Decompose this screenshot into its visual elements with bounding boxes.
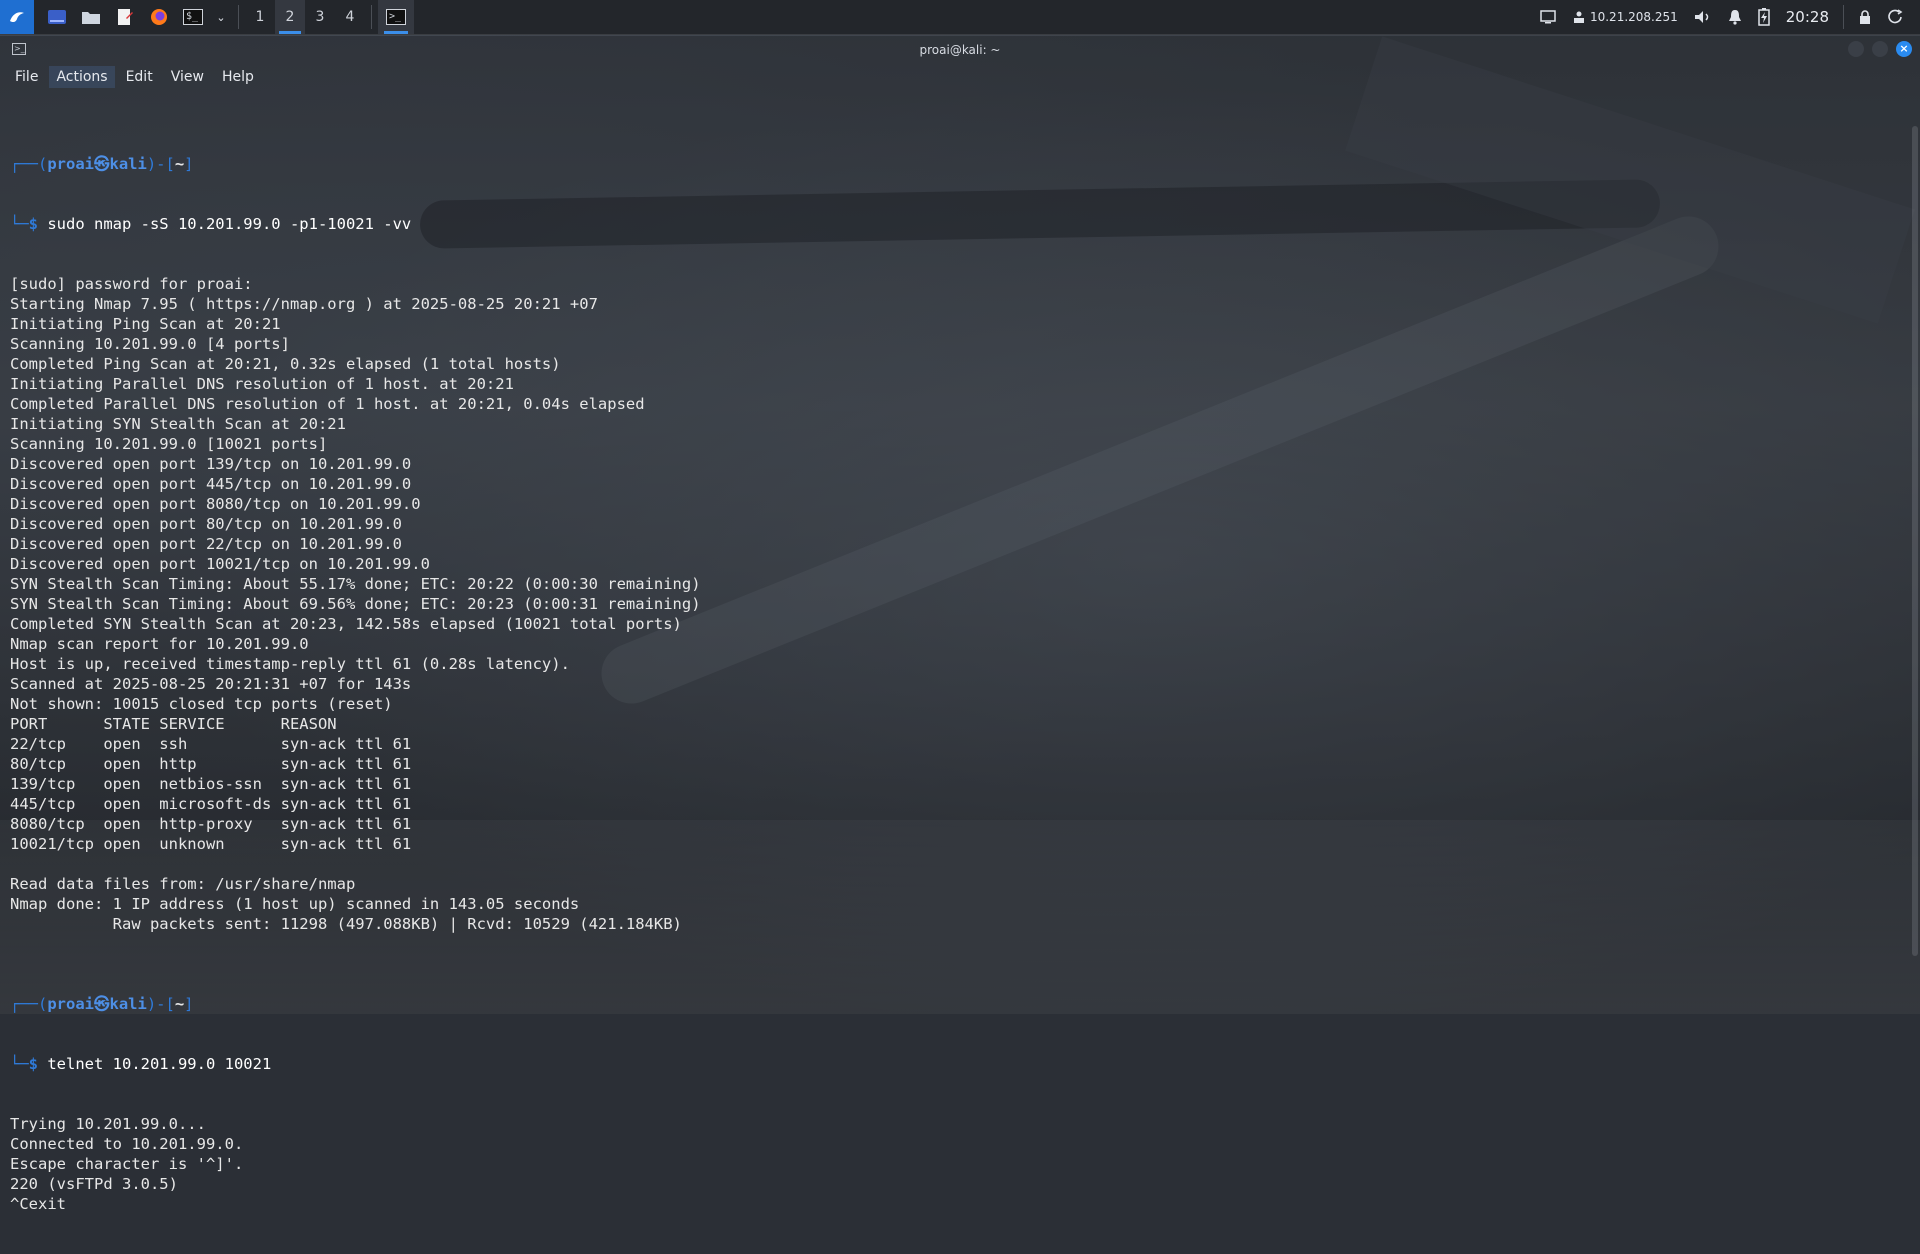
output-line: Scanning 10.201.99.0 [10021 ports] <box>10 435 328 453</box>
menu-view[interactable]: View <box>164 66 211 88</box>
output-line: Discovered open port 22/tcp on 10.201.99… <box>10 535 402 553</box>
output-line: [sudo] password for proai: <box>10 275 253 293</box>
output-line: 8080/tcp open http-proxy syn-ack ttl 61 <box>10 815 412 833</box>
scrollbar[interactable] <box>1912 126 1918 956</box>
output-line: 80/tcp open http syn-ack ttl 61 <box>10 755 412 773</box>
menu-file[interactable]: File <box>8 66 45 88</box>
window-controls: × <box>1848 41 1912 57</box>
command-line: └─$ sudo nmap -sS 10.201.99.0 -p1-10021 … <box>10 215 412 233</box>
notification-bell-icon[interactable] <box>1728 9 1742 25</box>
output-line: 22/tcp open ssh syn-ack ttl 61 <box>10 735 412 753</box>
output-line: Completed Parallel DNS resolution of 1 h… <box>10 395 645 413</box>
command-line: └─$ telnet 10.201.99.0 10021 <box>10 1055 272 1073</box>
output-line: Escape character is '^]'. <box>10 1155 244 1173</box>
prompt-line: ┌──(proai㉿kali)-[~] <box>10 155 194 173</box>
output-line: Host is up, received timestamp-reply ttl… <box>10 655 570 673</box>
battery-charging-icon[interactable] <box>1758 8 1770 26</box>
workspace-2[interactable]: 2 <box>275 0 305 34</box>
terminal-output[interactable]: ┌──(proai㉿kali)-[~] └─$ sudo nmap -sS 10… <box>10 114 1890 1213</box>
maximize-button[interactable] <box>1872 41 1888 57</box>
output-line: Initiating Ping Scan at 20:21 <box>10 315 281 333</box>
taskbar-terminal-window[interactable]: >_ <box>378 0 414 34</box>
prompt-path: ~ <box>174 155 185 173</box>
output-line: Read data files from: /usr/share/nmap <box>10 875 356 893</box>
prompt-user-host: proai㉿kali <box>47 995 147 1013</box>
output-line: ^Cexit <box>10 1195 66 1213</box>
command-text: telnet 10.201.99.0 10021 <box>47 1055 272 1073</box>
panel-separator <box>371 5 372 29</box>
workspace-4[interactable]: 4 <box>335 0 365 34</box>
output-line: SYN Stealth Scan Timing: About 69.56% do… <box>10 595 701 613</box>
output-line: Not shown: 10015 closed tcp ports (reset… <box>10 695 393 713</box>
command-text: sudo nmap -sS 10.201.99.0 -p1-10021 -vv <box>47 215 412 233</box>
ip-address: 10.21.208.251 <box>1589 10 1678 24</box>
output-line: Scanned at 2025-08-25 20:21:31 +07 for 1… <box>10 675 412 693</box>
output-line: Discovered open port 445/tcp on 10.201.9… <box>10 475 412 493</box>
text-editor-icon[interactable] <box>112 4 138 30</box>
output-line: 139/tcp open netbios-ssn syn-ack ttl 61 <box>10 775 412 793</box>
output-line: Discovered open port 139/tcp on 10.201.9… <box>10 455 412 473</box>
output-line: Discovered open port 8080/tcp on 10.201.… <box>10 495 421 513</box>
output-line: Discovered open port 10021/tcp on 10.201… <box>10 555 430 573</box>
output-line: Completed SYN Stealth Scan at 20:23, 142… <box>10 615 682 633</box>
prompt-user-host: proai㉿kali <box>47 155 147 173</box>
menu-actions[interactable]: Actions <box>49 66 115 88</box>
file-manager-icon[interactable] <box>78 4 104 30</box>
menu-help[interactable]: Help <box>215 66 261 88</box>
command-output: [sudo] password for proai: Starting Nmap … <box>10 274 1890 954</box>
output-line: Initiating Parallel DNS resolution of 1 … <box>10 375 514 393</box>
terminal-window: >_ proai@kali: ~ × File Actions Edit Vie… <box>0 36 1920 1213</box>
network-icon <box>1573 11 1584 23</box>
workspace-3[interactable]: 3 <box>305 0 335 34</box>
window-title: proai@kali: ~ <box>919 43 1001 57</box>
top-panel: $_ ⌄ 1 2 3 4 >_ 10.21.208.251 20:28 <box>0 0 1920 35</box>
firefox-icon[interactable] <box>146 4 172 30</box>
terminal-icon[interactable]: $_ <box>180 4 206 30</box>
output-line: Nmap scan report for 10.201.99.0 <box>10 635 309 653</box>
close-button[interactable]: × <box>1896 41 1912 57</box>
output-line: Nmap done: 1 IP address (1 host up) scan… <box>10 895 580 913</box>
output-line: PORT STATE SERVICE REASON <box>10 715 337 733</box>
panel-separator <box>238 5 239 29</box>
show-desktop-icon[interactable] <box>44 4 70 30</box>
panel-left: $_ ⌄ 1 2 3 4 >_ <box>0 0 414 34</box>
menubar: File Actions Edit View Help <box>0 64 1920 90</box>
prompt-line: ┌──(proai㉿kali)-[~] <box>10 995 194 1013</box>
prompt-path: ~ <box>174 995 185 1013</box>
network-indicator[interactable]: 10.21.208.251 <box>1572 10 1678 24</box>
command-output: Trying 10.201.99.0... Connected to 10.201… <box>10 1114 1890 1214</box>
clock[interactable]: 20:28 <box>1786 8 1829 26</box>
output-line: Raw packets sent: 11298 (497.088KB) | Rc… <box>10 915 682 933</box>
close-icon: × <box>1899 42 1909 55</box>
output-line: 445/tcp open microsoft-ds syn-ack ttl 61 <box>10 795 412 813</box>
output-line: 10021/tcp open unknown syn-ack ttl 61 <box>10 835 412 853</box>
output-line: Starting Nmap 7.95 ( https://nmap.org ) … <box>10 295 598 313</box>
volume-icon[interactable] <box>1694 10 1712 24</box>
panel-separator <box>1843 5 1844 29</box>
chevron-down-icon[interactable]: ⌄ <box>214 4 228 30</box>
terminal-icon: >_ <box>386 9 406 25</box>
output-line: Discovered open port 80/tcp on 10.201.99… <box>10 515 402 533</box>
kali-dragon-icon[interactable] <box>0 0 34 34</box>
logout-icon[interactable] <box>1888 9 1904 25</box>
menu-edit[interactable]: Edit <box>119 66 160 88</box>
output-line: Trying 10.201.99.0... <box>10 1115 206 1133</box>
panel-right: 10.21.208.251 20:28 <box>1532 0 1920 34</box>
output-line: Completed Ping Scan at 20:21, 0.32s elap… <box>10 355 561 373</box>
lock-icon[interactable] <box>1858 9 1872 25</box>
screen-icon[interactable] <box>1540 10 1556 24</box>
output-line: Scanning 10.201.99.0 [4 ports] <box>10 335 290 353</box>
output-line: 220 (vsFTPd 3.0.5) <box>10 1175 178 1193</box>
window-titlebar[interactable]: >_ proai@kali: ~ × <box>0 36 1920 64</box>
minimize-button[interactable] <box>1848 41 1864 57</box>
output-line: Initiating SYN Stealth Scan at 20:21 <box>10 415 346 433</box>
output-line: SYN Stealth Scan Timing: About 55.17% do… <box>10 575 701 593</box>
workspace-1[interactable]: 1 <box>245 0 275 34</box>
output-line: Connected to 10.201.99.0. <box>10 1135 244 1153</box>
